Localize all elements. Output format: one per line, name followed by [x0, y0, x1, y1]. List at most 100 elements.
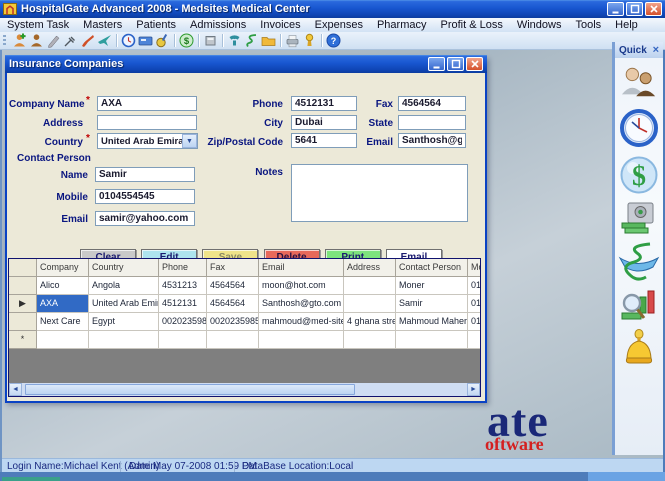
- toolbar-clock-icon[interactable]: [120, 33, 137, 49]
- toolbar-lab-icon[interactable]: [154, 33, 171, 49]
- city-input[interactable]: [291, 115, 357, 130]
- grid-column-header-mobile[interactable]: Mobile: [468, 259, 481, 277]
- menu-item-help[interactable]: Help: [608, 19, 645, 31]
- address-input[interactable]: [97, 115, 197, 130]
- grid-cell[interactable]: mahmoud@med-sites.com: [259, 313, 344, 331]
- toolbar-brush-icon[interactable]: [79, 33, 96, 49]
- notes-textarea[interactable]: [291, 164, 468, 222]
- grid-column-header-address[interactable]: Address: [344, 259, 396, 277]
- grid-column-header-country[interactable]: Country: [89, 259, 159, 277]
- grid-cell[interactable]: United Arab Emirates: [89, 295, 159, 313]
- toolbar-grip[interactable]: [3, 35, 6, 47]
- menu-item-invoices[interactable]: Invoices: [253, 19, 307, 31]
- grid-cell[interactable]: Samir: [396, 295, 468, 313]
- toolbar-calculator-icon[interactable]: [202, 33, 219, 49]
- grid-column-header-fax[interactable]: Fax: [207, 259, 259, 277]
- grid-cell-empty[interactable]: [37, 331, 89, 349]
- grid-cell[interactable]: moon@hot.com: [259, 277, 344, 295]
- grid-cell-empty[interactable]: [159, 331, 207, 349]
- grid-cell[interactable]: 4512131: [159, 295, 207, 313]
- toolbar-syringe-icon[interactable]: [62, 33, 79, 49]
- grid-cell-empty[interactable]: [207, 331, 259, 349]
- fax-input[interactable]: [398, 96, 466, 111]
- grid-cell[interactable]: AXA: [37, 295, 89, 313]
- grid-row-selector[interactable]: ▶: [9, 295, 37, 313]
- grid-cell[interactable]: 4531213: [159, 277, 207, 295]
- grid-cell-empty[interactable]: [259, 331, 344, 349]
- quick-cashbox-icon[interactable]: [619, 201, 659, 235]
- dialog-titlebar[interactable]: Insurance Companies: [5, 55, 487, 73]
- grid-cell[interactable]: [344, 295, 396, 313]
- grid-cell[interactable]: [344, 277, 396, 295]
- contact-email-input[interactable]: [95, 211, 195, 226]
- grid-cell[interactable]: Moner: [396, 277, 468, 295]
- toolbar-printer-icon[interactable]: [284, 33, 301, 49]
- menu-item-tools[interactable]: Tools: [568, 19, 608, 31]
- grid-cell[interactable]: 002023598554: [207, 313, 259, 331]
- grid-cell[interactable]: 01: [468, 295, 481, 313]
- window-minimize-button[interactable]: [607, 2, 624, 16]
- toolbar-edit-icon[interactable]: [45, 33, 62, 49]
- quick-bell-icon[interactable]: [619, 326, 659, 366]
- menu-item-system-task[interactable]: System Task: [0, 19, 76, 31]
- menu-item-expenses[interactable]: Expenses: [308, 19, 370, 31]
- grid-cell[interactable]: Santhosh@gto.com: [259, 295, 344, 313]
- quick-panel-close-icon[interactable]: ×: [653, 44, 659, 56]
- grid-column-header-contact-person[interactable]: Contact Person: [396, 259, 468, 277]
- phone-input[interactable]: [291, 96, 357, 111]
- window-close-button[interactable]: [645, 2, 662, 16]
- scroll-right-arrow-icon[interactable]: ►: [467, 383, 480, 396]
- grid-column-header-phone[interactable]: Phone: [159, 259, 207, 277]
- scrollbar-thumb[interactable]: [25, 384, 355, 395]
- country-select[interactable]: United Arab Emirates ▼: [97, 133, 198, 149]
- toolbar-help-icon[interactable]: ?: [325, 33, 342, 49]
- grid-cell[interactable]: 01: [468, 277, 481, 295]
- quick-pharmacy-icon[interactable]: [616, 240, 662, 284]
- toolbar-patient-icon[interactable]: [28, 33, 45, 49]
- grid-cell[interactable]: 4 ghana street: [344, 313, 396, 331]
- grid-row-selector[interactable]: [9, 277, 37, 295]
- grid-column-header-company[interactable]: Company: [37, 259, 89, 277]
- menu-item-patients[interactable]: Patients: [129, 19, 183, 31]
- grid-cell[interactable]: 4564564: [207, 277, 259, 295]
- toolbar-phone-icon[interactable]: [226, 33, 243, 49]
- grid-new-row-selector[interactable]: *: [9, 331, 37, 349]
- grid-cell[interactable]: Alico: [37, 277, 89, 295]
- quick-clock-icon[interactable]: [619, 107, 659, 149]
- menu-item-masters[interactable]: Masters: [76, 19, 129, 31]
- state-input[interactable]: [398, 115, 466, 130]
- toolbar-billing-dollar-icon[interactable]: $: [178, 33, 195, 49]
- toolbar-add-patient-icon[interactable]: [11, 33, 28, 49]
- grid-cell-empty[interactable]: [396, 331, 468, 349]
- toolbar-folder-icon[interactable]: [260, 33, 277, 49]
- dialog-minimize-button[interactable]: [428, 57, 445, 71]
- grid-row-selector[interactable]: [9, 313, 37, 331]
- window-maximize-button[interactable]: [626, 2, 643, 16]
- email-input[interactable]: [398, 133, 466, 148]
- grid-cell-empty[interactable]: [468, 331, 481, 349]
- grid-cell-empty[interactable]: [344, 331, 396, 349]
- dialog-maximize-button[interactable]: [447, 57, 464, 71]
- grid-horizontal-scrollbar[interactable]: ◄ ►: [9, 383, 480, 396]
- grid-cell[interactable]: Mahmoud Maher Emam: [396, 313, 468, 331]
- quick-staff-icon[interactable]: [619, 64, 659, 102]
- quick-reports-icon[interactable]: [619, 289, 659, 321]
- dialog-close-button[interactable]: [466, 57, 483, 71]
- menu-item-windows[interactable]: Windows: [510, 19, 569, 31]
- toolbar-lamp-icon[interactable]: [301, 33, 318, 49]
- grid-cell[interactable]: 4564564: [207, 295, 259, 313]
- menu-item-pharmacy[interactable]: Pharmacy: [370, 19, 434, 31]
- grid-column-header-email[interactable]: Email: [259, 259, 344, 277]
- grid-cell-empty[interactable]: [89, 331, 159, 349]
- toolbar-transfer-icon[interactable]: [96, 33, 113, 49]
- contact-name-input[interactable]: [95, 167, 195, 182]
- grid-cell[interactable]: 00202359855: [159, 313, 207, 331]
- menu-item-admissions[interactable]: Admissions: [183, 19, 253, 31]
- menu-item-profit-loss[interactable]: Profit & Loss: [433, 19, 509, 31]
- contact-mobile-input[interactable]: [95, 189, 195, 204]
- quick-finance-dollar-icon[interactable]: $: [619, 154, 659, 196]
- company-name-input[interactable]: [97, 96, 197, 111]
- grid-cell[interactable]: Egypt: [89, 313, 159, 331]
- grid-cell[interactable]: Angola: [89, 277, 159, 295]
- toolbar-beds-icon[interactable]: [137, 33, 154, 49]
